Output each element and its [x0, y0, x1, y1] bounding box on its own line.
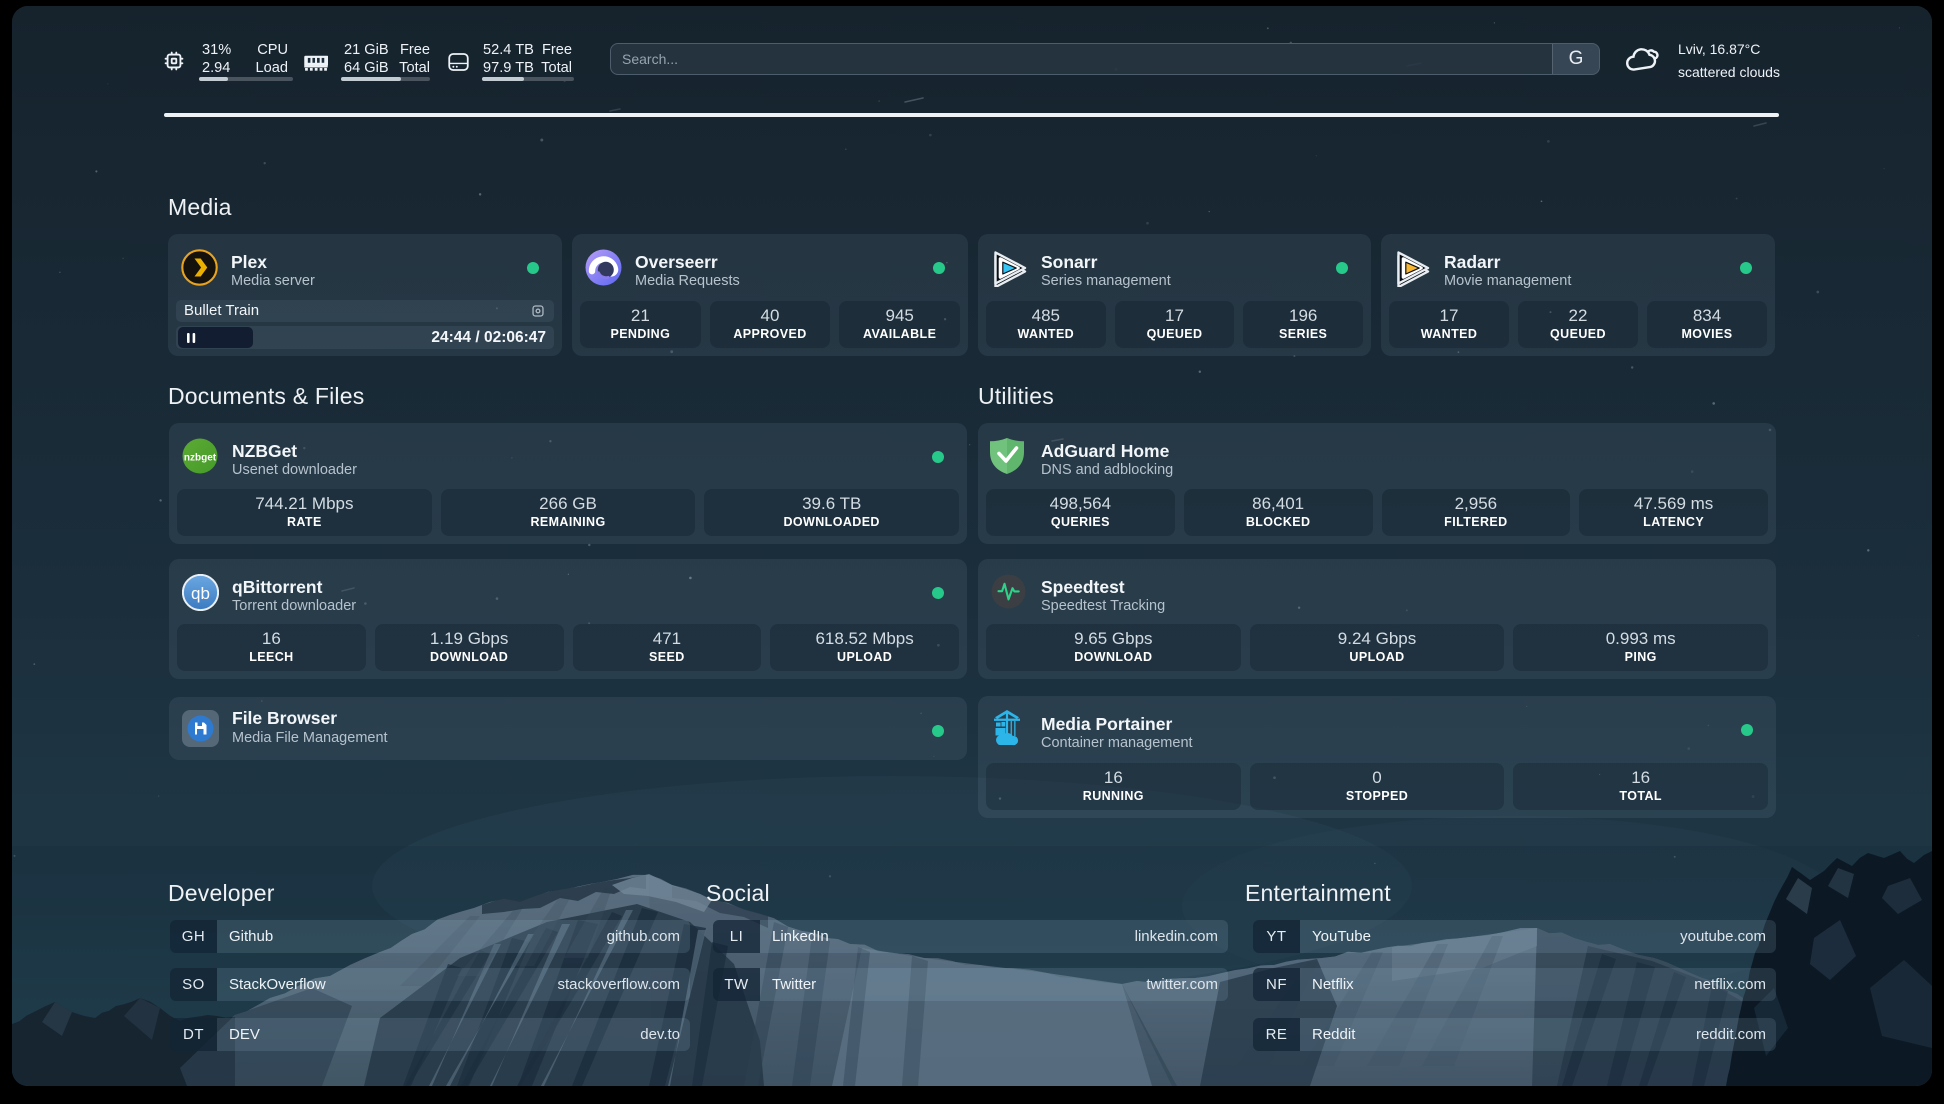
svg-text:nzbget: nzbget: [184, 453, 217, 464]
svg-text:qb: qb: [191, 584, 210, 603]
